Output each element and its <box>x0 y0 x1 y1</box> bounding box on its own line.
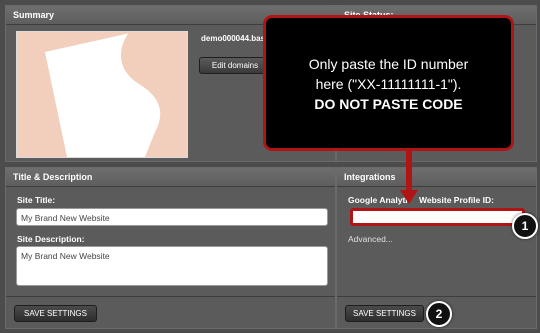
integrations-header: Integrations <box>337 168 536 187</box>
callout-line-3: DO NOT PASTE CODE <box>314 96 463 112</box>
site-thumbnail <box>16 31 188 158</box>
panel-divider <box>6 296 335 297</box>
step-badge-1: 1 <box>512 213 538 239</box>
panel-divider <box>337 296 536 297</box>
callout-line-2: here ("XX-11111111-1"). <box>315 76 462 92</box>
ga-profile-label-right: Website Profile ID: <box>419 195 494 205</box>
callout-line-1: Only paste the ID number <box>308 56 469 72</box>
ga-profile-input[interactable] <box>350 208 525 226</box>
site-description-textarea[interactable]: My Brand New Website <box>16 246 328 286</box>
site-title-label: Site Title: <box>17 195 56 205</box>
save-settings-button-right[interactable]: SAVE SETTINGS <box>345 305 424 322</box>
save-settings-button-left[interactable]: SAVE SETTINGS <box>14 305 97 322</box>
title-description-panel: Title & Description Site Title: My Brand… <box>5 167 336 329</box>
advanced-link[interactable]: Advanced... <box>348 234 393 244</box>
title-description-header: Title & Description <box>6 168 335 187</box>
step-badge-2: 2 <box>426 301 452 327</box>
edit-domains-button[interactable]: Edit domains <box>199 57 271 74</box>
site-title-input[interactable]: My Brand New Website <box>16 208 328 226</box>
down-arrow-icon <box>400 148 418 204</box>
domain-text: demo000044.bas <box>201 34 266 43</box>
site-description-label: Site Description: <box>17 234 85 244</box>
instruction-callout: Only paste the ID number here ("XX-11111… <box>263 15 514 151</box>
thumbnail-art <box>17 32 187 157</box>
